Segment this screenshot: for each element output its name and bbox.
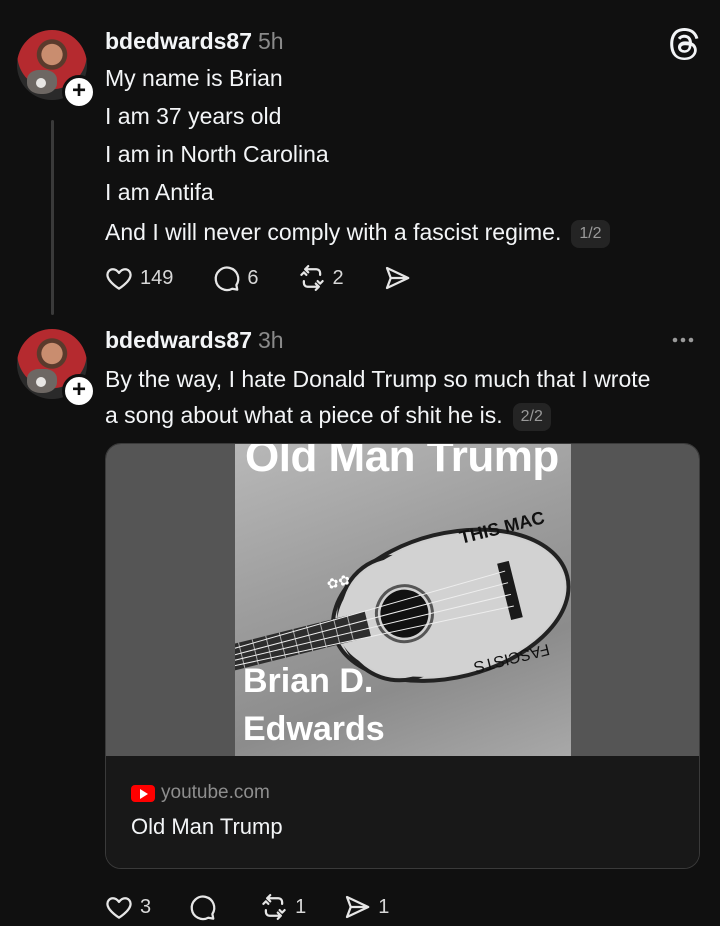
threads-logo-icon[interactable] <box>670 28 702 60</box>
post-text-line: By the way, I hate Donald Trump so much … <box>105 366 651 392</box>
youtube-link-card[interactable]: THIS MAC FASCISTS ✿✿ Old Man Trump Brian… <box>105 443 700 869</box>
post-text-line-last: And I will never comply with a fascist r… <box>105 218 610 248</box>
threads-feed: + bdedwards87 5h My name is Brian I am 37… <box>0 0 720 926</box>
like-count: 149 <box>140 266 174 289</box>
album-cover: THIS MAC FASCISTS ✿✿ Old Man Trump Brian… <box>235 444 571 756</box>
post-actions: 149 6 2 <box>104 260 450 296</box>
share-button[interactable]: 1 <box>342 892 389 922</box>
post-text-line: My name is Brian <box>105 65 283 91</box>
thread-pager-badge: 1/2 <box>571 219 610 248</box>
post-text: And I will never comply with a fascist r… <box>105 219 562 245</box>
username[interactable]: bdedwards87 <box>105 28 252 54</box>
link-source: youtube.com <box>131 782 270 804</box>
heart-icon <box>106 268 132 290</box>
like-button[interactable]: 3 <box>104 892 151 922</box>
post-text-line: I am 37 years old <box>105 103 282 129</box>
post-text-line: I am in North Carolina <box>105 141 329 167</box>
link-domain: youtube.com <box>161 782 270 803</box>
post-header: bdedwards87 5h <box>105 28 284 56</box>
thumbnail-title: Old Man Trump <box>245 444 559 481</box>
video-thumbnail[interactable]: THIS MAC FASCISTS ✿✿ Old Man Trump Brian… <box>106 444 699 756</box>
youtube-icon <box>131 784 155 802</box>
post-time: 3h <box>258 327 284 353</box>
share-button[interactable] <box>382 263 412 293</box>
reply-count: 6 <box>247 266 259 289</box>
link-card-footer[interactable]: youtube.com Old Man Trump <box>106 756 699 868</box>
repost-icon <box>262 894 286 920</box>
post-text: a song about what a piece of shit he is. <box>105 402 503 428</box>
reply-button[interactable]: 6 <box>211 263 259 293</box>
like-button[interactable]: 149 <box>104 263 173 293</box>
repost-icon <box>299 265 324 291</box>
post-text-line: I am Antifa <box>105 179 214 205</box>
repost-button[interactable]: 2 <box>297 263 344 293</box>
share-count: 1 <box>378 895 390 918</box>
thread-pager-badge: 2/2 <box>512 402 551 431</box>
thread-connector-line <box>51 120 54 315</box>
repost-count: 1 <box>295 895 307 918</box>
post-actions: 3 1 1 <box>104 889 427 925</box>
thumbnail-artist: Brian D. <box>243 662 374 700</box>
post-header: bdedwards87 3h <box>105 327 284 355</box>
heart-icon <box>106 897 132 919</box>
repost-count: 2 <box>332 266 344 289</box>
follow-plus-icon[interactable]: + <box>62 75 96 109</box>
repost-button[interactable]: 1 <box>259 892 306 922</box>
more-options-icon[interactable] <box>668 328 698 352</box>
link-title[interactable]: Old Man Trump <box>131 814 283 840</box>
comment-icon <box>215 266 240 292</box>
post-text-line-last: a song about what a piece of shit he is.… <box>105 401 551 431</box>
share-icon <box>385 266 409 290</box>
comment-icon <box>190 895 216 921</box>
follow-plus-icon[interactable]: + <box>62 374 96 408</box>
username[interactable]: bdedwards87 <box>105 327 252 353</box>
reply-button[interactable] <box>187 892 223 922</box>
thumbnail-artist: Edwards <box>243 710 385 748</box>
like-count: 3 <box>140 895 152 918</box>
share-icon <box>346 895 370 919</box>
post-time: 5h <box>258 28 284 54</box>
